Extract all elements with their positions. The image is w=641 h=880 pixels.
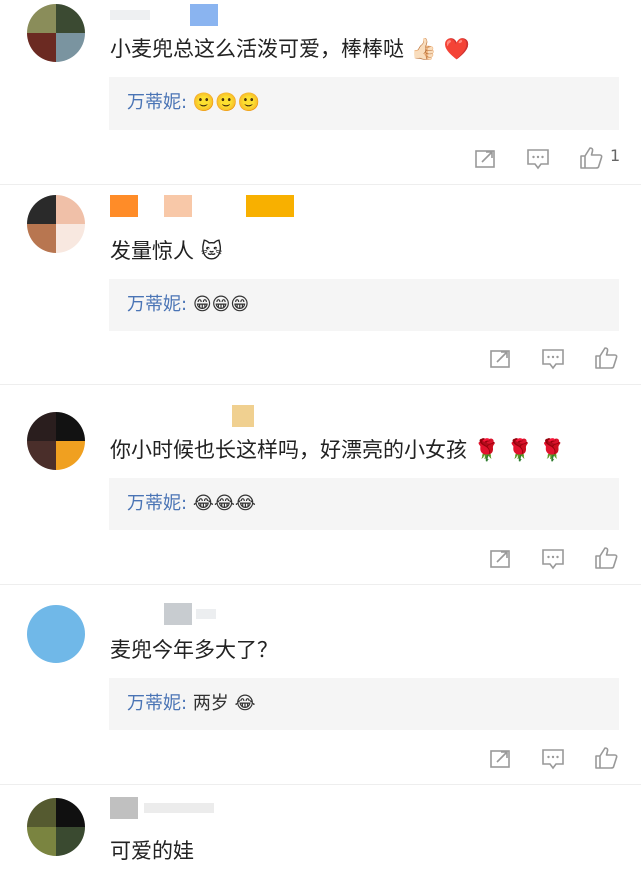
avatar[interactable] — [27, 4, 85, 62]
like-button[interactable] — [591, 343, 621, 373]
comment-text: 可爱的娃 — [110, 839, 194, 863]
avatar-pixel — [27, 605, 56, 634]
avatar-pixel — [56, 33, 85, 62]
comment-icon — [542, 549, 564, 570]
avatar[interactable] — [27, 798, 85, 856]
avatar-pixel — [27, 33, 56, 62]
comment-icon — [542, 349, 564, 370]
comment-button[interactable] — [523, 143, 553, 173]
like-button[interactable]: 1 — [576, 143, 620, 173]
share-button[interactable] — [485, 343, 515, 373]
comment-item: 发量惊人 🐱 万蒂妮: 😁😁😁 — [0, 185, 641, 385]
like-icon — [595, 347, 618, 369]
reply-content: 😁😁😁 — [192, 294, 250, 315]
share-icon — [475, 150, 495, 168]
reply-content: 😂😂😂 — [192, 493, 256, 514]
like-button[interactable] — [591, 743, 621, 773]
avatar-pixel — [56, 605, 85, 634]
share-button[interactable] — [470, 143, 500, 173]
action-bar — [485, 543, 635, 573]
avatar[interactable] — [27, 412, 85, 470]
avatar-pixel — [27, 441, 56, 470]
like-icon — [595, 747, 618, 769]
reply-author[interactable]: 万蒂妮: — [127, 493, 187, 514]
action-bar — [485, 743, 635, 773]
reply-author[interactable]: 万蒂妮: — [127, 294, 187, 315]
avatar-pixel — [56, 412, 85, 441]
share-button[interactable] — [485, 543, 515, 573]
reply-content: 🙂🙂🙂 — [192, 92, 261, 113]
like-icon — [580, 147, 603, 169]
reply-box[interactable]: 万蒂妮: 😁😁😁 — [109, 279, 619, 331]
avatar-pixel — [27, 224, 56, 253]
reply-author[interactable]: 万蒂妮: — [127, 693, 187, 714]
comment-text: 麦兜今年多大了？ — [110, 638, 278, 662]
reply-box[interactable]: 万蒂妮: 🙂🙂🙂 — [109, 77, 619, 130]
reply-author[interactable]: 万蒂妮: — [127, 92, 187, 113]
avatar-pixel — [27, 798, 56, 827]
avatar-pixel — [56, 634, 85, 663]
avatar-pixel — [56, 441, 85, 470]
avatar-pixel — [27, 195, 56, 224]
reply-box[interactable]: 万蒂妮: 两岁 😂 — [109, 678, 619, 730]
action-bar — [485, 343, 635, 373]
avatar-pixel — [27, 4, 56, 33]
avatar-pixel — [56, 195, 85, 224]
comment-button[interactable] — [538, 743, 568, 773]
comment-item: 小麦兜总这么活泼可爱，棒棒哒 👍🏻 ❤️ 万蒂妮: 🙂🙂🙂 1 — [0, 0, 641, 185]
share-icon — [490, 350, 510, 368]
share-button[interactable] — [485, 743, 515, 773]
avatar[interactable] — [27, 605, 85, 663]
avatar-pixel — [27, 412, 56, 441]
like-icon — [595, 547, 618, 569]
like-count: 1 — [610, 146, 621, 165]
avatar[interactable] — [27, 195, 85, 253]
comment-icon — [527, 149, 549, 170]
comment-button[interactable] — [538, 543, 568, 573]
share-icon — [490, 550, 510, 568]
avatar-pixel — [56, 827, 85, 856]
comment-text: 发量惊人 🐱 — [110, 239, 223, 263]
comment-icon — [542, 749, 564, 770]
comment-text: 你小时候也长这样吗，好漂亮的小女孩 🌹 🌹 🌹 — [110, 438, 566, 462]
comment-button[interactable] — [538, 343, 568, 373]
avatar-pixel — [56, 4, 85, 33]
like-button[interactable] — [591, 543, 621, 573]
reply-box[interactable]: 万蒂妮: 😂😂😂 — [109, 478, 619, 530]
comment-text: 小麦兜总这么活泼可爱，棒棒哒 👍🏻 ❤️ — [110, 37, 470, 61]
reply-content: 两岁 😂 — [192, 693, 256, 714]
comment-item: 你小时候也长这样吗，好漂亮的小女孩 🌹 🌹 🌹 万蒂妮: 😂😂😂 — [0, 385, 641, 585]
avatar-pixel — [56, 224, 85, 253]
avatar-pixel — [27, 634, 56, 663]
comment-item: 可爱的娃 — [0, 785, 641, 880]
action-bar: 1 — [470, 143, 640, 173]
share-icon — [490, 750, 510, 768]
comment-item: 麦兜今年多大了？ 万蒂妮: 两岁 😂 — [0, 585, 641, 785]
avatar-pixel — [27, 827, 56, 856]
avatar-pixel — [56, 798, 85, 827]
